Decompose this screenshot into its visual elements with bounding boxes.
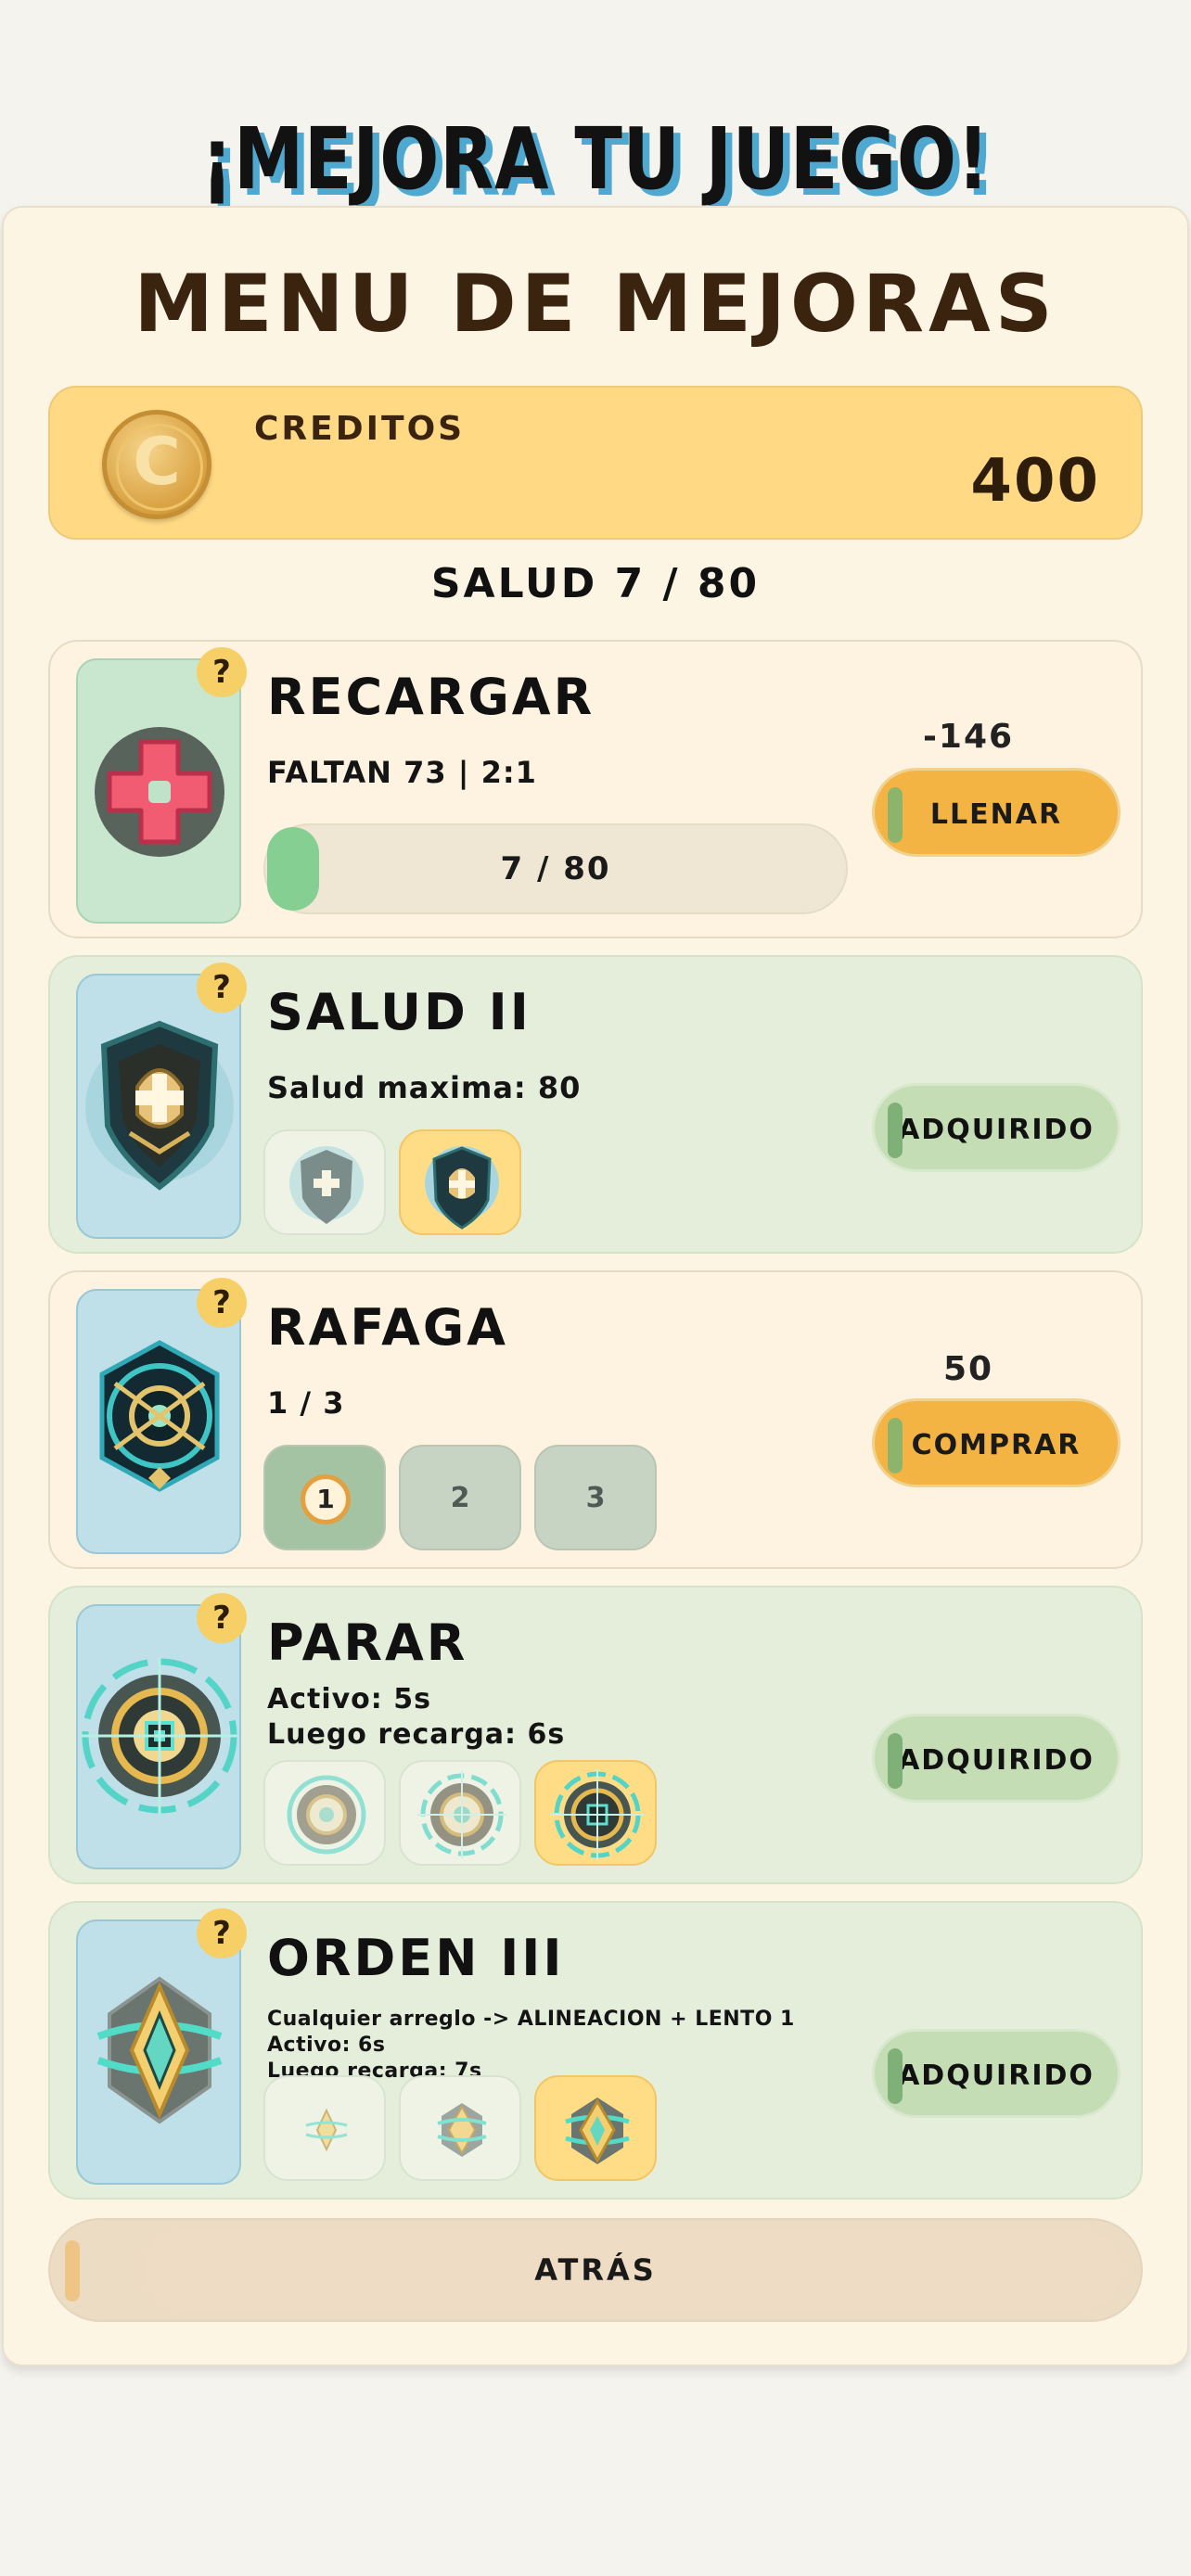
acquired-button[interactable]: ADQUIRIDO <box>872 1083 1121 1172</box>
coin-icon: C <box>102 410 211 519</box>
card-title: SALUD II <box>267 983 531 1041</box>
tier-label: 2 <box>450 1482 470 1514</box>
medkit-icon <box>76 658 241 924</box>
help-icon[interactable]: ? <box>197 1593 247 1643</box>
card-subtitle-line: Luego recarga: 6s <box>267 1718 566 1751</box>
tier-slot-active[interactable] <box>399 1129 521 1235</box>
tier-slot[interactable] <box>399 1760 521 1866</box>
tier-slot[interactable] <box>399 2075 521 2181</box>
cost-label: 50 <box>942 1350 994 1388</box>
card-subtitle: Activo: 5s Luego recarga: 6s <box>267 1682 565 1753</box>
card-title: RECARGAR <box>267 668 596 726</box>
help-icon[interactable]: ? <box>197 963 247 1013</box>
card-subtitle-line: Activo: 5s <box>267 1683 431 1715</box>
card-subtitle: FALTAN 73 | 2:1 <box>267 755 537 790</box>
tier-label: 3 <box>585 1482 606 1514</box>
credits-value: 400 <box>970 447 1100 516</box>
shield-cross-icon <box>76 974 241 1239</box>
credits-label: CREDITOS <box>254 410 466 448</box>
tier-slot-active[interactable] <box>534 2075 657 2181</box>
help-icon[interactable]: ? <box>197 647 247 697</box>
card-title: ORDEN III <box>267 1929 565 1987</box>
buy-button[interactable]: COMPRAR <box>872 1398 1121 1487</box>
acquired-button-label: ADQUIRIDO <box>898 1114 1095 1146</box>
health-progress-bar: 7 / 80 <box>263 823 848 914</box>
help-icon[interactable]: ? <box>197 1278 247 1328</box>
upgrade-card-parar: ? PARAR Activo: 5s Luego recarga: 6s ADQ… <box>48 1586 1143 1884</box>
target-burst-icon <box>76 1289 241 1554</box>
help-icon[interactable]: ? <box>197 1908 247 1958</box>
tier-slot[interactable] <box>263 1129 386 1235</box>
acquired-button-label: ADQUIRIDO <box>898 2060 1095 2092</box>
buy-button-label: COMPRAR <box>911 1429 1082 1461</box>
upgrade-card-recargar: ? RECARGAR FALTAN 73 | 2:1 7 / 80 -146 L… <box>48 640 1143 938</box>
cost-label: -146 <box>922 718 1015 756</box>
tier-slot[interactable] <box>263 1760 386 1866</box>
card-subtitle-line: Cualquier arreglo -> ALINEACION + LENTO … <box>267 2008 795 2031</box>
diamond-crest-icon <box>76 1919 241 2185</box>
acquired-button[interactable]: ADQUIRIDO <box>872 2029 1121 2118</box>
target-ring-icon <box>76 1604 241 1869</box>
card-title: RAFAGA <box>267 1298 508 1357</box>
fill-button[interactable]: LLENAR <box>872 768 1121 857</box>
upgrade-card-rafaga: ? RAFAGA 1 / 3 1 2 3 50 COMPRAR <box>48 1270 1143 1569</box>
tier-label: 1 <box>301 1474 351 1524</box>
tier-slot-3[interactable]: 3 <box>534 1445 657 1550</box>
headline: ¡MEJORA TU JUEGO! <box>200 109 991 209</box>
acquired-button-label: ADQUIRIDO <box>898 1744 1095 1777</box>
card-subtitle: Salud maxima: 80 <box>267 1070 582 1105</box>
acquired-button[interactable]: ADQUIRIDO <box>872 1714 1121 1803</box>
card-subtitle: Cualquier arreglo -> ALINEACION + LENTO … <box>267 2007 795 2085</box>
card-subtitle-line: Activo: 6s <box>267 2034 386 2057</box>
coin-letter: C <box>133 424 181 500</box>
tier-slot-active[interactable] <box>534 1760 657 1866</box>
tier-slot-1[interactable]: 1 <box>263 1445 386 1550</box>
upgrade-card-salud-ii: ? SALUD II Salud maxima: 80 ADQUIRIDO <box>48 955 1143 1254</box>
health-status: SALUD 7 / 80 <box>430 560 761 607</box>
fill-button-label: LLENAR <box>929 798 1063 831</box>
progress-text: 7 / 80 <box>500 850 611 887</box>
back-button-label: ATRÁS <box>534 2252 657 2288</box>
credits-bar: C CREDITOS 400 <box>48 386 1143 540</box>
card-subtitle: 1 / 3 <box>267 1385 345 1421</box>
page-title: MENU DE MEJORAS <box>134 258 1057 351</box>
back-button[interactable]: ATRÁS <box>48 2218 1143 2322</box>
upgrade-card-orden-iii: ? ORDEN III Cualquier arreglo -> ALINEAC… <box>48 1901 1143 2200</box>
card-title: PARAR <box>267 1613 468 1672</box>
tier-slot-2[interactable]: 2 <box>399 1445 521 1550</box>
tier-slot[interactable] <box>263 2075 386 2181</box>
